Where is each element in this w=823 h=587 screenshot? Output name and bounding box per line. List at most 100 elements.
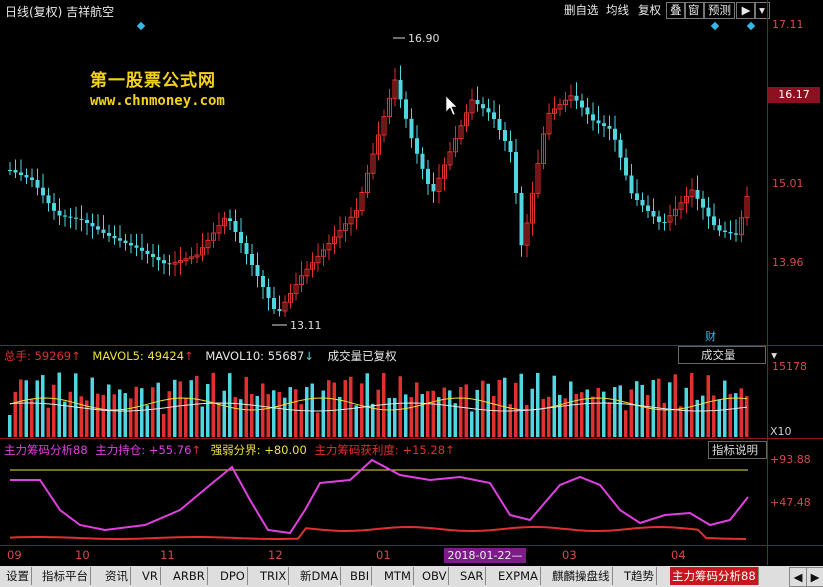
up-arrow-icon: ↑ — [71, 349, 81, 363]
high-marker: 16.90 — [393, 32, 440, 45]
candle-body — [651, 211, 656, 217]
candle-body — [24, 175, 29, 178]
tab-bbi[interactable]: BBI — [348, 567, 373, 585]
tab-expma[interactable]: EXPMA — [496, 567, 541, 585]
volume-bar — [250, 393, 254, 437]
tab-new-dma[interactable]: 新DMA — [298, 567, 342, 585]
indicator-chart[interactable] — [0, 455, 767, 545]
forecast-button[interactable]: 预测 — [704, 2, 735, 19]
volume-bar — [310, 383, 314, 437]
candle-body — [30, 177, 34, 180]
candle-body — [415, 138, 419, 154]
volume-bar — [360, 383, 364, 437]
tab-sar[interactable]: SAR — [458, 567, 487, 585]
scroll-right-icon[interactable]: ▶ — [806, 567, 823, 587]
candlestick-chart[interactable]: 16.90 13.11 财 — [0, 20, 767, 345]
volume-bar — [217, 402, 221, 437]
tab-trix[interactable]: TRIX — [258, 567, 290, 585]
adjust-price-button[interactable]: 复权 — [638, 3, 661, 18]
candle-body — [585, 107, 590, 115]
candle-body — [123, 240, 128, 244]
candle-body — [618, 139, 623, 158]
axis-label: 17.11 — [772, 18, 804, 31]
volume-bar — [129, 398, 133, 437]
tab-t-trend[interactable]: T趋势 — [622, 567, 658, 585]
tab-settings[interactable]: 设置 — [4, 567, 32, 585]
axis-label: 15.01 — [772, 177, 804, 190]
candle-body — [162, 260, 166, 264]
volume-bar — [123, 393, 127, 437]
current-price-tag: 16.17 — [768, 87, 820, 103]
candle-body — [8, 170, 12, 171]
tab-vr[interactable]: VR — [140, 567, 161, 585]
volume-bar — [118, 389, 122, 437]
volume-bar — [420, 394, 424, 437]
volume-bar — [475, 389, 479, 437]
scroll-left-icon[interactable]: ◀ — [789, 567, 807, 587]
volume-chart[interactable] — [0, 362, 767, 437]
candle-body — [481, 104, 485, 109]
volume-bar — [530, 388, 534, 437]
tab-news[interactable]: 资讯 — [103, 567, 131, 585]
volume-bar — [112, 394, 116, 437]
candle-body — [90, 223, 95, 227]
volume-bar — [404, 394, 408, 437]
volume-bar — [673, 374, 677, 437]
tab-obv[interactable]: OBV — [420, 567, 450, 585]
volume-bar — [321, 390, 325, 437]
tab-qilin[interactable]: 麒麟操盘线 — [550, 567, 613, 585]
volume-bar — [305, 387, 309, 437]
volume-bar — [470, 411, 474, 437]
tab-dpo[interactable]: DPO — [218, 567, 248, 585]
volume-bar — [459, 387, 463, 437]
tab-mtm[interactable]: MTM — [382, 567, 414, 585]
candle-body — [497, 119, 502, 130]
volume-bar — [541, 398, 545, 437]
candle-body — [255, 265, 260, 276]
tab-arbr[interactable]: ARBR — [171, 567, 208, 585]
tab-main-chip-analysis[interactable]: 主力筹码分析88 — [670, 567, 759, 585]
candle-body — [145, 250, 150, 254]
play-icon[interactable]: ▶ — [736, 2, 756, 19]
volume-bar — [19, 379, 23, 437]
candle-body — [68, 216, 73, 218]
window-button[interactable]: 窗 — [684, 2, 704, 19]
time-label: 03 — [562, 548, 577, 562]
volume-bar — [591, 396, 595, 437]
candle-body — [19, 172, 23, 175]
candle-body — [580, 100, 584, 108]
volume-bar — [569, 381, 573, 437]
moving-average-button[interactable]: 均线 — [606, 3, 629, 18]
tab-indicator-platform[interactable]: 指标平台 — [40, 567, 91, 585]
volume-bar — [706, 375, 710, 437]
candle-body — [151, 253, 155, 258]
chart-title: 日线(复权) 吉祥航空 — [5, 5, 115, 19]
candle-body — [662, 222, 667, 223]
candle-body — [118, 238, 122, 241]
volume-bar — [547, 396, 551, 437]
volume-bar — [514, 382, 518, 437]
volume-bar — [162, 413, 166, 437]
overlay-button[interactable]: 叠 — [666, 2, 686, 19]
volume-bar — [398, 376, 402, 437]
volume-bar — [195, 375, 199, 437]
candle-body — [13, 170, 18, 173]
candle-body — [57, 210, 62, 216]
volume-bar — [519, 373, 523, 437]
candle-body — [574, 95, 579, 101]
remove-favorite-button[interactable]: 删自选 — [564, 3, 599, 18]
volume-bar — [354, 405, 358, 437]
volume-bar — [613, 387, 617, 437]
volume-bar — [497, 380, 501, 437]
volume-bar — [239, 399, 243, 437]
candle-body — [629, 175, 634, 194]
volume-bar — [426, 391, 430, 437]
candle-body — [409, 118, 414, 139]
volume-bar — [41, 375, 45, 437]
volume-bar — [607, 402, 611, 437]
volume-bar — [508, 404, 512, 437]
volume-bar — [684, 387, 688, 437]
volume-bar — [277, 391, 281, 437]
volume-bar — [156, 382, 160, 437]
volume-bar — [134, 386, 138, 437]
